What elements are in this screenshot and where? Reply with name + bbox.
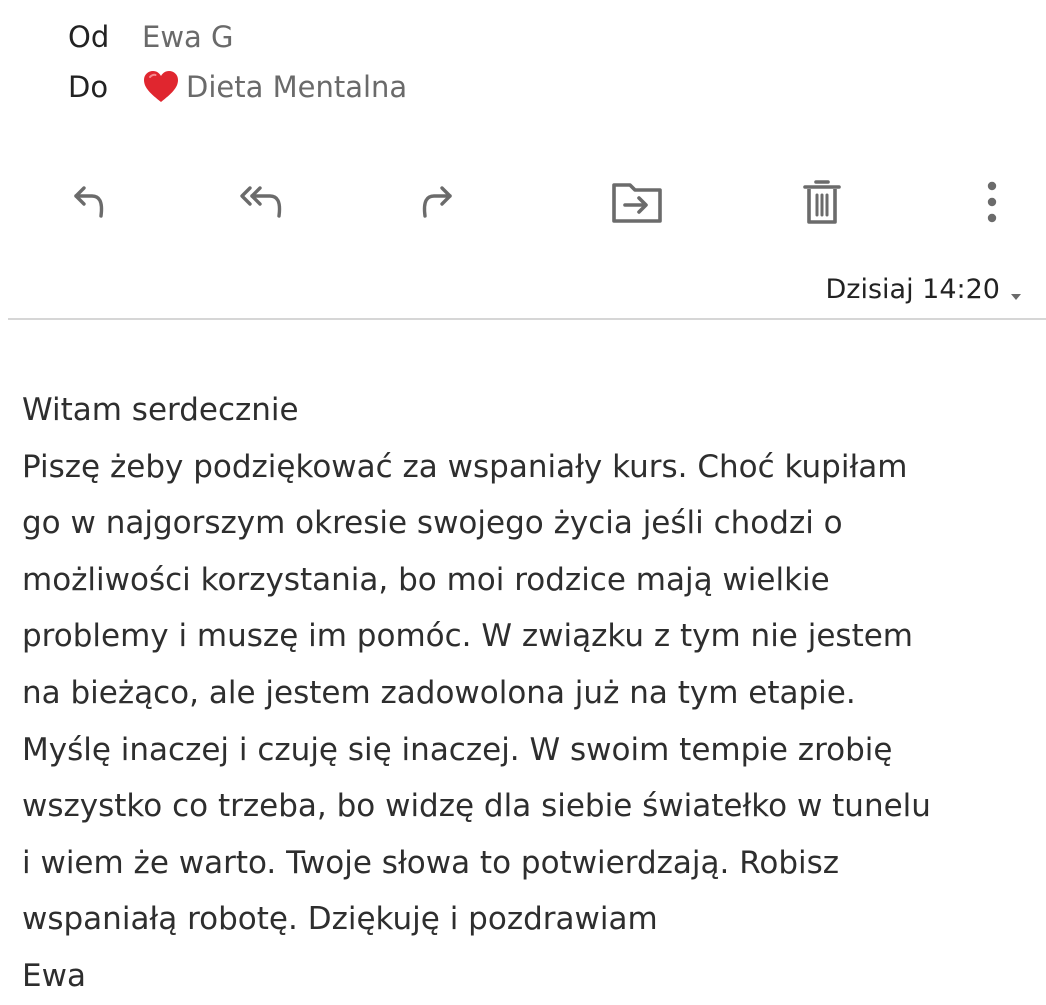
more-options-button[interactable] <box>960 170 1024 234</box>
sender-name[interactable]: Ewa G <box>142 20 234 54</box>
reply-all-icon <box>240 186 282 218</box>
sender-row: Od Ewa G <box>68 17 234 57</box>
message-date-toggle[interactable]: Dzisiaj 14:20 <box>826 274 1022 305</box>
body-line: i wiem że warto. Twoje słowa to potwierd… <box>22 844 840 881</box>
message-toolbar <box>0 170 1046 234</box>
reply-icon <box>74 186 104 218</box>
body-line: problemy i muszę im pomóc. W związku z t… <box>22 618 913 655</box>
from-label: Od <box>68 20 110 54</box>
recipient[interactable]: Dieta Mentalna <box>142 69 407 105</box>
divider <box>8 318 1046 320</box>
delete-icon <box>803 180 841 224</box>
to-label: Do <box>68 70 109 104</box>
body-line: na bieżąco, ale jestem zadowolona już na… <box>22 674 856 711</box>
message-body: Witam serdecznie Piszę żeby podziękować … <box>22 382 1032 1005</box>
recipient-name: Dieta Mentalna <box>186 70 408 104</box>
body-line: Piszę żeby podziękować za wspaniały kurs… <box>22 448 908 485</box>
signature: Ewa <box>22 957 86 994</box>
forward-icon <box>422 186 452 218</box>
body-line: wspaniałą robotę. Dziękuję i pozdrawiam <box>22 901 658 938</box>
caret-down-icon <box>1011 293 1021 300</box>
body-line: Myślę inaczej i czuję się inaczej. W swo… <box>22 731 893 768</box>
forward-button[interactable] <box>404 170 468 234</box>
body-line: wszystko co trzeba, bo widzę dla siebie … <box>22 788 931 825</box>
more-options-icon <box>987 181 997 223</box>
recipient-row: Do Dieta Mentalna <box>68 67 407 107</box>
delete-button[interactable] <box>790 170 854 234</box>
body-line: Witam serdecznie <box>22 392 299 428</box>
move-to-folder-icon <box>612 183 662 223</box>
reply-all-button[interactable] <box>234 170 298 234</box>
body-line: go w najgorszym okresie swojego życia je… <box>22 505 843 542</box>
heart-icon <box>144 71 178 102</box>
move-to-folder-button[interactable] <box>605 170 669 234</box>
body-line: możliwości korzystania, bo moi rodzice m… <box>22 561 830 598</box>
message-date: Dzisiaj 14:20 <box>825 274 1000 305</box>
reply-button[interactable] <box>58 170 122 234</box>
